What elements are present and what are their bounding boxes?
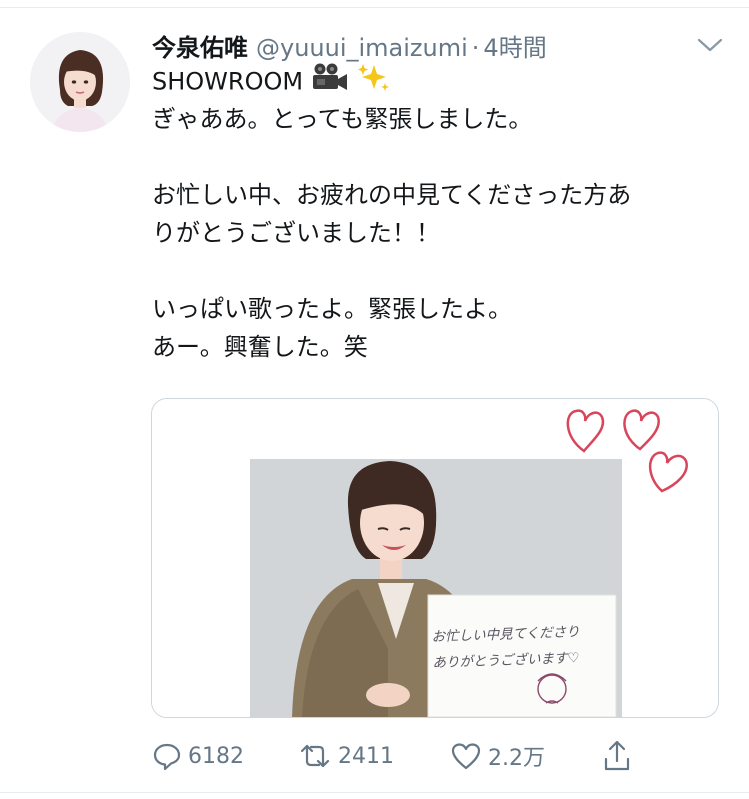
tweet-text: SHOWROOM ぎゃああ。とっても緊張しました。 お忙しい中、お疲れの中見てく… — [152, 62, 732, 366]
share-icon — [604, 740, 630, 771]
timestamp[interactable]: 4時間 — [483, 28, 546, 63]
share-button[interactable] — [602, 738, 632, 774]
reply-icon — [153, 743, 181, 771]
photo-frame — [250, 459, 622, 717]
reply-count: 6182 — [188, 743, 244, 769]
sparkles-icon — [356, 62, 390, 103]
chevron-down-icon[interactable] — [690, 30, 730, 60]
header-separator: · — [471, 34, 480, 62]
tweet-text-line-2: ぎゃああ。とっても緊張しました。 — [152, 105, 533, 133]
handwritten-note: お忙しい中見てくださり ありがとうございます♡ — [431, 618, 619, 676]
action-bar: 6182 2411 2.2万 — [152, 738, 652, 774]
bottom-divider — [0, 792, 749, 793]
tweet-text-line-1: SHOWROOM — [152, 62, 732, 100]
retweet-button[interactable]: 2411 — [298, 738, 394, 774]
tweet-text-blank — [152, 138, 732, 176]
tweet-header: 今泉佑唯 @yuuui_imaizumi · 4時間 — [152, 28, 547, 64]
media-attachment[interactable]: お忙しい中見てくださり ありがとうございます♡ — [151, 398, 719, 718]
retweet-count: 2411 — [338, 743, 394, 769]
tweet-text-line-3: お忙しい中、お疲れの中見てくださった方あ — [152, 181, 632, 209]
avatar[interactable] — [30, 32, 130, 132]
retweet-icon — [300, 744, 330, 768]
like-count: 2.2万 — [488, 746, 545, 771]
user-handle[interactable]: @yuuui_imaizumi — [256, 34, 468, 62]
tweet-text-line-5: いっぱい歌ったよ。緊張したよ。 — [152, 295, 512, 323]
tweet-text-blank — [152, 252, 732, 290]
tweet-text-line-4: りがとうございました！！ — [152, 219, 440, 247]
avatar-photo — [30, 32, 130, 132]
top-divider — [0, 7, 749, 8]
movie-camera-icon — [311, 62, 349, 103]
display-name[interactable]: 今泉佑唯 — [152, 28, 248, 63]
reply-button[interactable]: 6182 — [152, 738, 244, 774]
like-button[interactable]: 2.2万 — [450, 738, 545, 774]
tweet-text-line-6: あー。興奮した。笑 — [152, 333, 368, 361]
heart-icon — [451, 743, 481, 770]
